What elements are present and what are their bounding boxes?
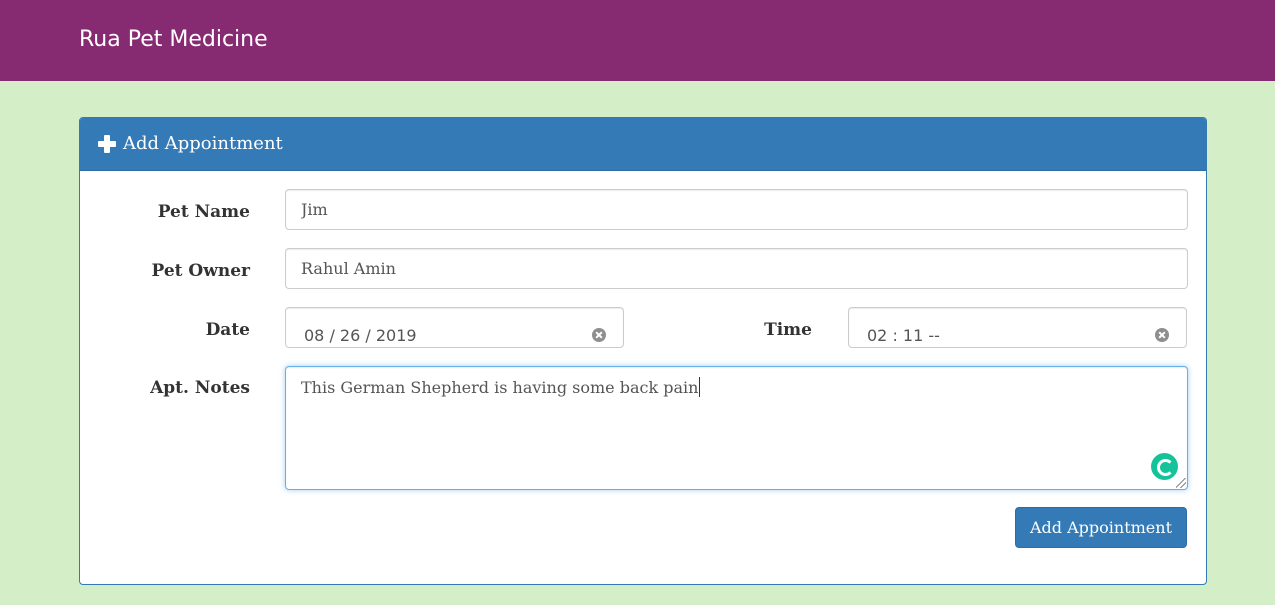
time-label: Time bbox=[764, 320, 812, 340]
pet-owner-label: Pet Owner bbox=[151, 261, 251, 281]
text-caret bbox=[699, 377, 701, 397]
pet-name-input[interactable] bbox=[285, 189, 1188, 230]
top-navbar: Rua Pet Medicine bbox=[0, 0, 1275, 81]
plus-icon bbox=[98, 135, 116, 153]
grammarly-icon[interactable] bbox=[1151, 453, 1178, 480]
date-label: Date bbox=[205, 320, 250, 340]
clear-date-icon[interactable] bbox=[592, 328, 606, 342]
time-input[interactable]: 02 : 11 -- bbox=[848, 307, 1187, 348]
date-value: 08 / 26 / 2019 bbox=[304, 326, 417, 345]
pet-owner-input[interactable] bbox=[285, 248, 1188, 289]
time-value: 02 : 11 -- bbox=[867, 326, 940, 345]
clear-time-icon[interactable] bbox=[1155, 328, 1169, 342]
apt-notes-label: Apt. Notes bbox=[150, 378, 250, 398]
apt-notes-textarea[interactable]: This German Shepherd is having some back… bbox=[285, 366, 1188, 490]
brand-title[interactable]: Rua Pet Medicine bbox=[79, 27, 268, 52]
panel-heading[interactable]: Add Appointment bbox=[80, 118, 1206, 171]
pet-name-label: Pet Name bbox=[157, 202, 250, 222]
add-appointment-panel: Add Appointment Pet Name Pet Owner Date … bbox=[79, 117, 1207, 585]
add-appointment-button[interactable]: Add Appointment bbox=[1015, 507, 1187, 548]
panel-title: Add Appointment bbox=[123, 133, 283, 154]
date-input[interactable]: 08 / 26 / 2019 bbox=[285, 307, 624, 348]
resize-handle[interactable] bbox=[1176, 478, 1186, 488]
apt-notes-text: This German Shepherd is having some back… bbox=[301, 378, 699, 397]
